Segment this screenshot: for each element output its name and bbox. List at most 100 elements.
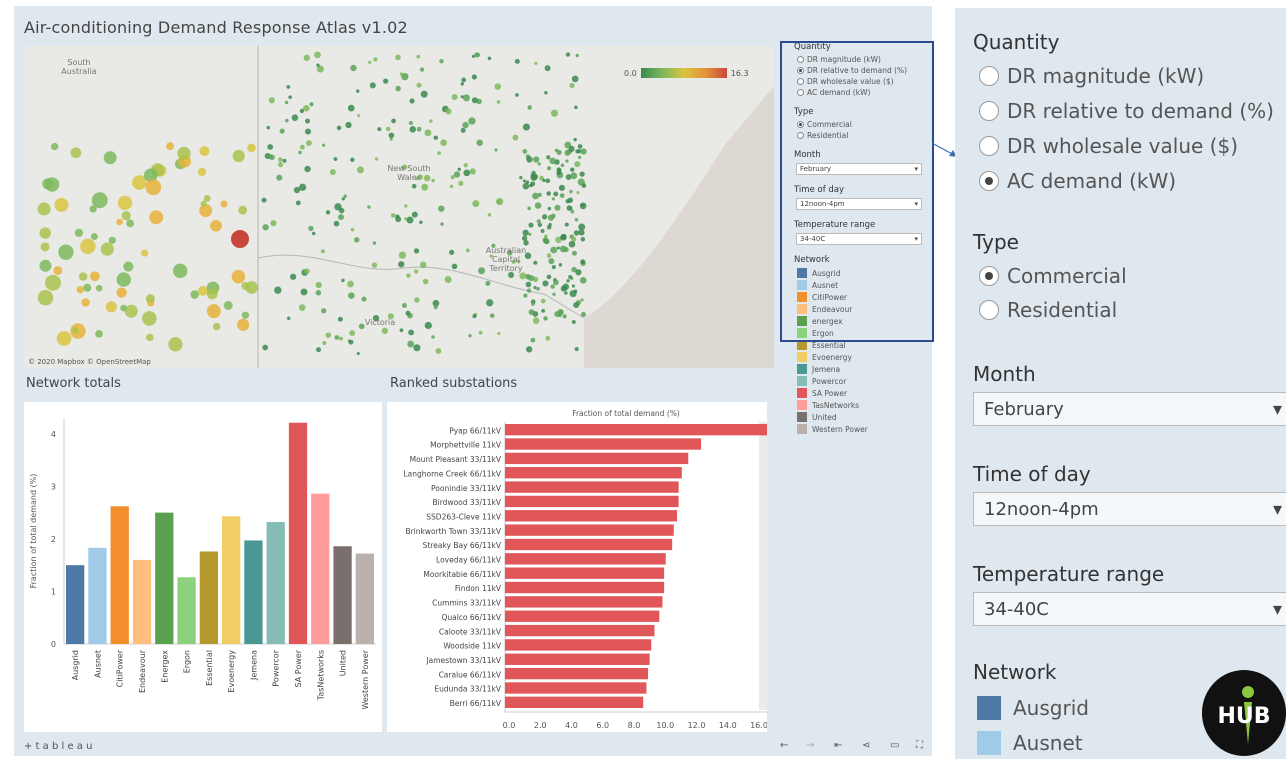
- substation-marker[interactable]: [558, 313, 562, 318]
- substation-marker[interactable]: [564, 291, 568, 295]
- substation-marker[interactable]: [373, 57, 378, 62]
- substation-marker[interactable]: [341, 197, 345, 201]
- substation-marker[interactable]: [566, 205, 573, 211]
- substation-marker[interactable]: [534, 202, 542, 209]
- substation-marker[interactable]: [422, 278, 429, 285]
- substation-marker[interactable]: [463, 169, 471, 177]
- substation-marker[interactable]: [279, 128, 285, 134]
- substation-marker[interactable]: [408, 329, 415, 336]
- substation-marker[interactable]: [401, 303, 407, 309]
- substation-marker[interactable]: [465, 248, 470, 253]
- substation-marker[interactable]: [424, 321, 432, 330]
- substation-marker[interactable]: [54, 197, 69, 212]
- network-item-evoenergy[interactable]: Evoenergy: [797, 352, 932, 362]
- substation-marker[interactable]: [320, 249, 325, 254]
- substation-marker[interactable]: [514, 58, 520, 64]
- substation-marker[interactable]: [383, 78, 389, 84]
- substation-marker[interactable]: [56, 331, 72, 346]
- substation-marker[interactable]: [519, 175, 523, 180]
- substation-marker[interactable]: [460, 127, 466, 133]
- substation-marker[interactable]: [542, 178, 546, 183]
- substation-marker[interactable]: [469, 168, 476, 175]
- substation-marker[interactable]: [416, 82, 422, 88]
- network-item-tasnetworks[interactable]: TasNetworks: [797, 400, 932, 410]
- substation-marker[interactable]: [212, 322, 221, 331]
- substation-marker[interactable]: [536, 219, 541, 224]
- substation-marker[interactable]: [414, 269, 419, 274]
- substation-marker[interactable]: [571, 320, 576, 325]
- bar-ausnet[interactable]: [88, 547, 107, 644]
- zoom-quantity-option-ac-demand-kw[interactable]: AC demand (kW): [979, 169, 1176, 193]
- substation-marker[interactable]: [577, 144, 583, 149]
- substation-marker[interactable]: [303, 54, 310, 61]
- substation-marker[interactable]: [462, 121, 469, 129]
- substation-marker[interactable]: [336, 125, 342, 131]
- bar-cummins-33-11kv[interactable]: [505, 596, 663, 608]
- substation-marker[interactable]: [537, 192, 542, 197]
- substation-marker[interactable]: [532, 317, 540, 324]
- substation-marker[interactable]: [440, 222, 444, 226]
- substation-marker[interactable]: [476, 139, 483, 147]
- substation-marker[interactable]: [494, 83, 501, 90]
- substation-marker[interactable]: [522, 149, 528, 154]
- bar-ssd263-cleve-11kv[interactable]: [505, 510, 677, 522]
- substation-marker[interactable]: [316, 63, 320, 67]
- substation-marker[interactable]: [449, 249, 455, 255]
- substation-marker[interactable]: [241, 311, 250, 319]
- substation-marker[interactable]: [166, 142, 174, 151]
- substation-marker[interactable]: [489, 313, 495, 318]
- substation-marker[interactable]: [347, 280, 354, 288]
- bar-loveday-66-11kv[interactable]: [505, 553, 666, 565]
- substation-marker[interactable]: [568, 145, 575, 152]
- substation-marker[interactable]: [247, 143, 256, 153]
- bar-moorkitabie-66-11kv[interactable]: [505, 567, 665, 579]
- substation-marker[interactable]: [519, 272, 527, 280]
- substation-marker[interactable]: [142, 311, 157, 326]
- substation-marker[interactable]: [287, 316, 291, 321]
- substation-marker[interactable]: [270, 220, 277, 227]
- bar-findon-11kv[interactable]: [505, 581, 665, 594]
- revert-icon[interactable]: ⇤: [834, 740, 842, 751]
- substation-marker[interactable]: [578, 229, 585, 236]
- substation-marker[interactable]: [416, 126, 422, 132]
- substation-marker[interactable]: [325, 210, 331, 215]
- substation-marker[interactable]: [548, 258, 555, 265]
- bar-woodside-11kv[interactable]: [505, 639, 652, 651]
- substation-marker[interactable]: [550, 109, 559, 117]
- substation-marker[interactable]: [419, 67, 425, 72]
- substation-marker[interactable]: [570, 172, 578, 180]
- bar-langhorne-creek-66-11kv[interactable]: [505, 467, 682, 479]
- bar-berri-66-11kv[interactable]: [505, 696, 644, 708]
- substation-marker[interactable]: [580, 298, 584, 302]
- substation-marker[interactable]: [420, 261, 427, 269]
- substation-marker[interactable]: [580, 237, 586, 242]
- zoom-network-item-ausgrid[interactable]: Ausgrid: [977, 696, 1089, 720]
- substation-marker[interactable]: [569, 189, 573, 194]
- substation-marker[interactable]: [573, 302, 580, 309]
- substation-marker[interactable]: [444, 276, 452, 284]
- bar-jamestown-33-11kv[interactable]: [505, 653, 650, 665]
- substation-marker[interactable]: [541, 214, 548, 220]
- zoom-month-dropdown[interactable]: February ▾: [973, 392, 1286, 426]
- redo-icon[interactable]: →: [806, 740, 814, 751]
- substation-marker[interactable]: [369, 82, 376, 89]
- substation-marker[interactable]: [429, 119, 433, 123]
- substation-marker[interactable]: [478, 330, 483, 335]
- substation-marker[interactable]: [284, 118, 289, 123]
- substation-marker[interactable]: [405, 310, 411, 316]
- substation-marker[interactable]: [530, 337, 536, 343]
- bar-mount-pleasant-33-11kv[interactable]: [505, 452, 689, 465]
- substation-marker[interactable]: [574, 217, 579, 222]
- substation-marker[interactable]: [546, 191, 551, 196]
- substation-marker[interactable]: [100, 242, 114, 256]
- substation-marker[interactable]: [333, 220, 340, 227]
- map-view[interactable]: South Australia New South Wales Australi…: [24, 46, 774, 368]
- substation-marker[interactable]: [81, 298, 90, 307]
- substation-marker[interactable]: [95, 330, 103, 338]
- substation-marker[interactable]: [414, 297, 420, 303]
- substation-marker[interactable]: [206, 288, 218, 300]
- substation-marker[interactable]: [530, 174, 538, 181]
- bar-ausgrid[interactable]: [66, 565, 85, 644]
- substation-marker[interactable]: [388, 132, 395, 139]
- substation-marker[interactable]: [523, 240, 529, 246]
